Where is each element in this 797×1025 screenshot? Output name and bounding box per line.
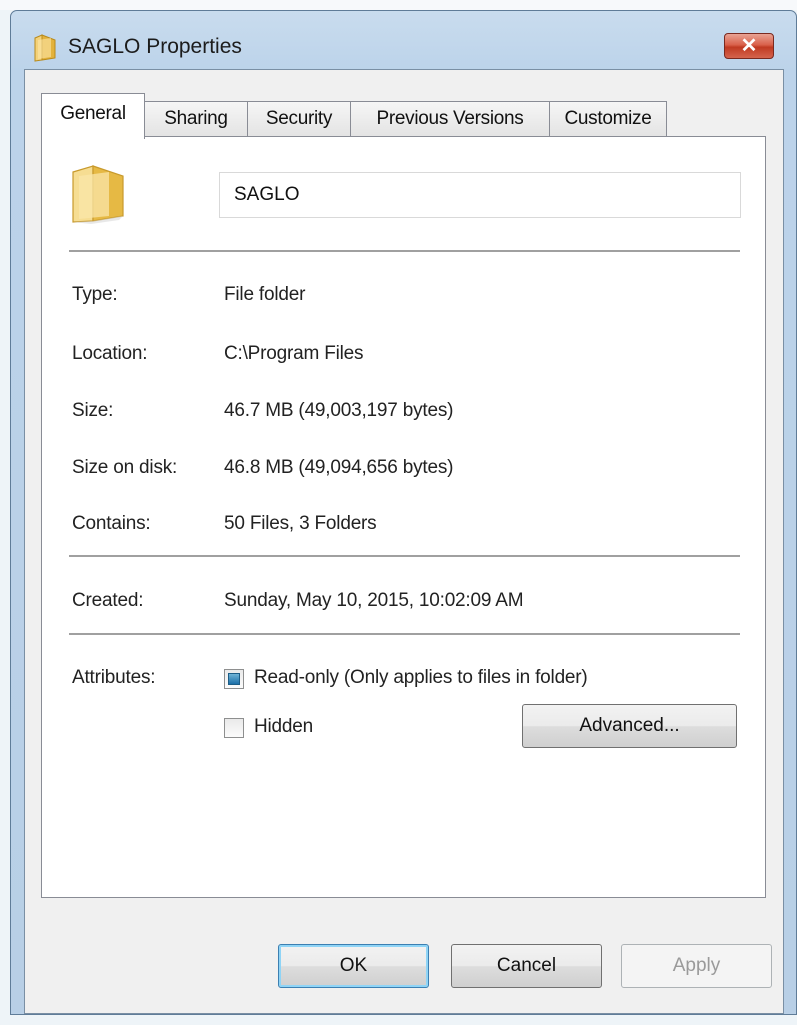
cancel-button[interactable]: Cancel xyxy=(451,944,602,988)
location-value: C:\Program Files xyxy=(224,343,364,364)
size-on-disk-value: 46.8 MB (49,094,656 bytes) xyxy=(224,457,454,478)
hidden-label[interactable]: Hidden xyxy=(254,716,313,738)
properties-dialog: SAGLO Properties ✕ General Sharing Secur… xyxy=(10,10,797,1015)
tab-previous-versions[interactable]: Previous Versions xyxy=(350,101,550,137)
tab-general[interactable]: General xyxy=(41,93,145,139)
location-label: Location: xyxy=(72,343,148,364)
dialog-client-area: General Sharing Security Previous Versio… xyxy=(24,69,784,1014)
close-button[interactable]: ✕ xyxy=(724,33,774,59)
tab-customize[interactable]: Customize xyxy=(549,101,667,137)
separator xyxy=(69,555,740,557)
attributes-label: Attributes: xyxy=(72,667,156,688)
folder-icon xyxy=(34,34,56,62)
tab-security[interactable]: Security xyxy=(247,101,351,137)
created-value: Sunday, May 10, 2015, 10:02:09 AM xyxy=(224,590,524,611)
background-window xyxy=(0,0,797,10)
readonly-label[interactable]: Read-only (Only applies to files in fold… xyxy=(254,667,588,689)
folder-large-icon xyxy=(72,165,124,224)
type-label: Type: xyxy=(72,284,118,305)
close-icon: ✕ xyxy=(740,35,758,57)
size-label: Size: xyxy=(72,400,114,421)
advanced-button[interactable]: Advanced... xyxy=(522,704,737,748)
hidden-checkbox[interactable] xyxy=(224,718,244,738)
separator xyxy=(69,250,740,252)
tab-sharing[interactable]: Sharing xyxy=(144,101,248,137)
title-bar[interactable]: SAGLO Properties ✕ xyxy=(11,11,796,71)
window-title: SAGLO Properties xyxy=(68,35,242,58)
indeterminate-mark xyxy=(228,673,240,685)
size-on-disk-label: Size on disk: xyxy=(72,457,178,478)
folder-name-field[interactable] xyxy=(219,172,741,218)
separator xyxy=(69,633,740,635)
readonly-checkbox[interactable] xyxy=(224,669,244,689)
contains-label: Contains: xyxy=(72,513,151,534)
ok-button[interactable]: OK xyxy=(278,944,429,988)
created-label: Created: xyxy=(72,590,144,611)
contains-value: 50 Files, 3 Folders xyxy=(224,513,377,534)
apply-button[interactable]: Apply xyxy=(621,944,772,988)
general-tab-page: Type: File folder Location: C:\Program F… xyxy=(41,136,766,898)
size-value: 46.7 MB (49,003,197 bytes) xyxy=(224,400,454,421)
type-value: File folder xyxy=(224,284,306,305)
